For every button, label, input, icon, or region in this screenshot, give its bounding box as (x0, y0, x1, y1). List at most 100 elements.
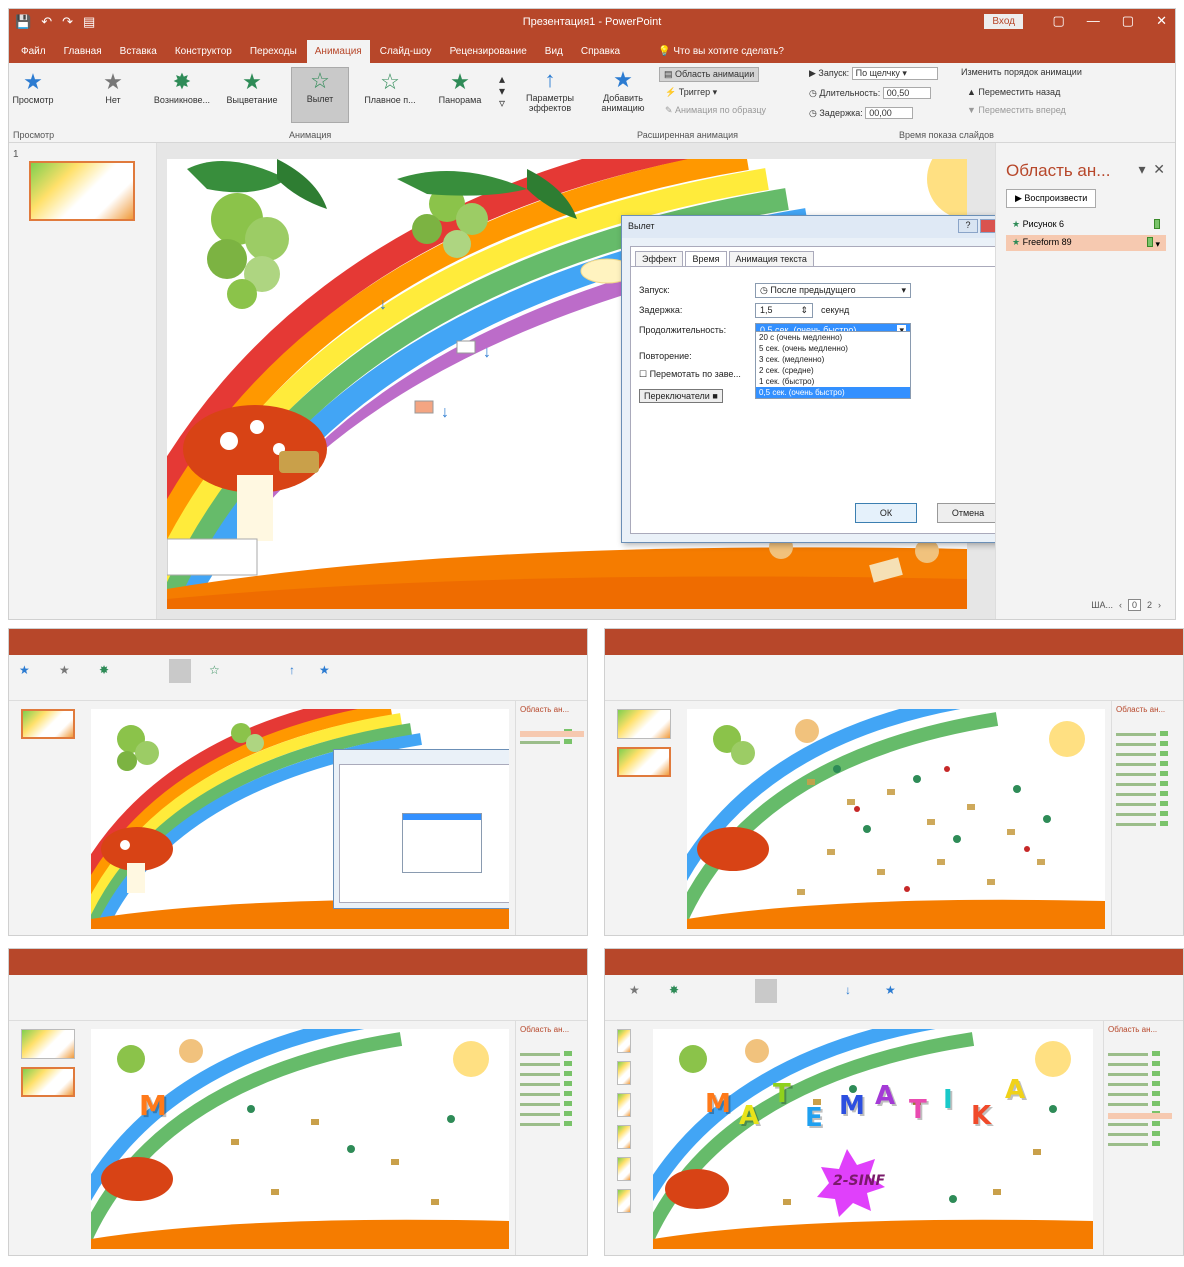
animation-painter-button[interactable]: ✎ Анимация по образцу (665, 105, 766, 116)
slide-thumbnail-strip[interactable] (617, 1125, 631, 1149)
duration-spinner[interactable]: 00,50 (882, 87, 931, 99)
anim-item[interactable] (1108, 1063, 1172, 1076)
anim-item[interactable] (520, 1113, 584, 1126)
tab-animations[interactable]: Анимация (306, 40, 370, 63)
tab-transitions[interactable]: Переходы (242, 40, 305, 63)
tab-text-animation[interactable]: Анимация текста (728, 251, 814, 266)
ribbon-display-icon[interactable]: ▢ (1053, 13, 1065, 29)
tab-effect[interactable]: Эффект (635, 251, 684, 266)
anim-item[interactable] (520, 1083, 584, 1096)
login-button[interactable]: Вход (984, 14, 1023, 29)
anim-item[interactable] (1116, 753, 1180, 766)
maximize-icon[interactable]: ▢ (1122, 13, 1134, 29)
anim-fly-in[interactable]: ☆ Вылет (291, 67, 349, 123)
slide-thumbnail-strip[interactable] (617, 1093, 631, 1117)
anim-item[interactable] (1108, 1133, 1172, 1146)
anim-item[interactable] (1108, 1053, 1172, 1066)
preview-button[interactable]: ★ Просмотр (11, 69, 55, 105)
slide-thumbnail-1[interactable] (21, 1029, 75, 1059)
anim-item[interactable] (1116, 783, 1180, 796)
anim-pan[interactable]: ★ Панорама (429, 69, 491, 105)
anim-item[interactable] (520, 1053, 584, 1066)
effect-options-button[interactable]: ↑ Параметры эффектов (517, 67, 583, 113)
tab-timing[interactable]: Время (685, 251, 727, 266)
page-current[interactable]: 0 (1127, 599, 1141, 611)
anim-item[interactable] (520, 1073, 584, 1086)
ok-button[interactable]: ОК (855, 503, 917, 523)
delay-spinner[interactable]: 00,00 (865, 107, 914, 119)
slide-thumbnail-2[interactable] (617, 747, 671, 777)
move-later-button[interactable]: ▼ Переместить вперед (967, 105, 1066, 115)
anim-item[interactable] (520, 1093, 584, 1106)
mini-selected-option[interactable] (403, 814, 481, 820)
anim-item[interactable] (1108, 1043, 1172, 1056)
start-select[interactable]: По щелчку ▾ (851, 67, 938, 80)
slide-canvas[interactable]: M (91, 1029, 509, 1249)
slide-thumbnail-strip[interactable] (617, 1189, 631, 1213)
anim-item[interactable] (1108, 1123, 1172, 1136)
anim-item[interactable] (520, 721, 584, 734)
slide-thumbnail-strip[interactable] (617, 1029, 631, 1053)
dialog-help-icon[interactable]: ? (958, 219, 978, 233)
slide-thumbnail-1[interactable] (617, 709, 671, 739)
anim-item[interactable]: ★ Рисунок 6 (1006, 217, 1166, 233)
tab-help[interactable]: Справка (573, 40, 628, 63)
rewind-checkbox[interactable]: ☐ Перемотать по заве... (639, 369, 741, 380)
tab-insert[interactable]: Вставка (112, 40, 165, 63)
anim-item-selected[interactable] (1108, 1113, 1172, 1126)
duration-option[interactable]: 5 сек. (очень медленно) (756, 343, 910, 354)
anim-item[interactable] (1116, 793, 1180, 806)
start-field[interactable]: ◷ После предыдущего ▾ (755, 283, 911, 298)
tell-me-input[interactable]: 💡 Что вы хотите сделать? (650, 40, 792, 63)
minimize-icon[interactable]: — (1087, 13, 1100, 29)
slide-thumbnail-strip[interactable] (617, 1061, 631, 1085)
slide-thumbnail-2[interactable] (21, 1067, 75, 1097)
selected-effect[interactable] (755, 979, 777, 1003)
trigger-button[interactable]: ⚡ Триггер ▾ (665, 87, 717, 98)
animation-pane-button[interactable]: ▤ Область анимации (659, 67, 760, 82)
delay-field[interactable]: 1,5 ⇕ (755, 303, 813, 318)
slide-thumbnail-1[interactable] (29, 161, 135, 221)
anim-float[interactable]: ☆ Плавное п... (359, 69, 421, 105)
anim-item[interactable] (1116, 743, 1180, 756)
anim-item[interactable] (1116, 763, 1180, 776)
slide-canvas[interactable]: M A T E M A T I K A 2-SINF (653, 1029, 1093, 1249)
slide-thumbnail-1[interactable] (21, 709, 75, 739)
cancel-button[interactable]: Отмена (937, 503, 999, 523)
anim-fade[interactable]: ★ Выцветание (221, 69, 283, 105)
triggers-button[interactable]: Переключатели ■ (639, 389, 723, 403)
anim-appear[interactable]: ✸ Возникнове... (151, 69, 213, 105)
anim-item[interactable] (1116, 773, 1180, 786)
next-icon[interactable]: › (1158, 600, 1161, 610)
duration-option[interactable]: 2 сек. (средне) (756, 365, 910, 376)
anim-item[interactable] (1108, 1093, 1172, 1106)
tab-file[interactable]: Файл (13, 40, 54, 63)
tab-review[interactable]: Рецензирование (442, 40, 535, 63)
gallery-scroll[interactable]: ▴ ▾ ▿ (499, 73, 505, 109)
play-button[interactable]: ▶ Воспроизвести (1006, 189, 1097, 208)
anim-item[interactable] (520, 1063, 584, 1076)
tab-design[interactable]: Конструктор (167, 40, 240, 63)
anim-item[interactable] (1116, 813, 1180, 826)
anim-item[interactable] (520, 1043, 584, 1056)
close-icon[interactable]: ✕ (1156, 13, 1167, 29)
move-earlier-button[interactable]: ▲ Переместить назад (967, 87, 1060, 97)
pane-close-icon[interactable]: ▾ ✕ (1138, 161, 1165, 178)
duration-option[interactable]: 20 с (очень медленно) (756, 332, 910, 343)
prev-icon[interactable]: ‹ (1119, 600, 1122, 610)
anim-item[interactable] (1108, 1083, 1172, 1096)
anim-item-selected[interactable] (520, 731, 584, 744)
slide-thumbnail-strip[interactable] (617, 1157, 631, 1181)
duration-option[interactable]: 1 сек. (быстро) (756, 376, 910, 387)
tab-home[interactable]: Главная (56, 40, 110, 63)
anim-item[interactable] (1116, 803, 1180, 816)
anim-item-selected[interactable]: ★ Freeform 89 ▾ (1006, 235, 1166, 251)
anim-item[interactable] (1108, 1073, 1172, 1086)
anim-item[interactable] (1108, 1103, 1172, 1116)
tab-view[interactable]: Вид (537, 40, 571, 63)
duration-option[interactable]: 3 сек. (медленно) (756, 354, 910, 365)
tab-slideshow[interactable]: Слайд-шоу (372, 40, 440, 63)
slide-canvas[interactable] (687, 709, 1105, 929)
anim-none[interactable]: ★ Нет (83, 69, 143, 105)
anim-item[interactable] (1116, 733, 1180, 746)
